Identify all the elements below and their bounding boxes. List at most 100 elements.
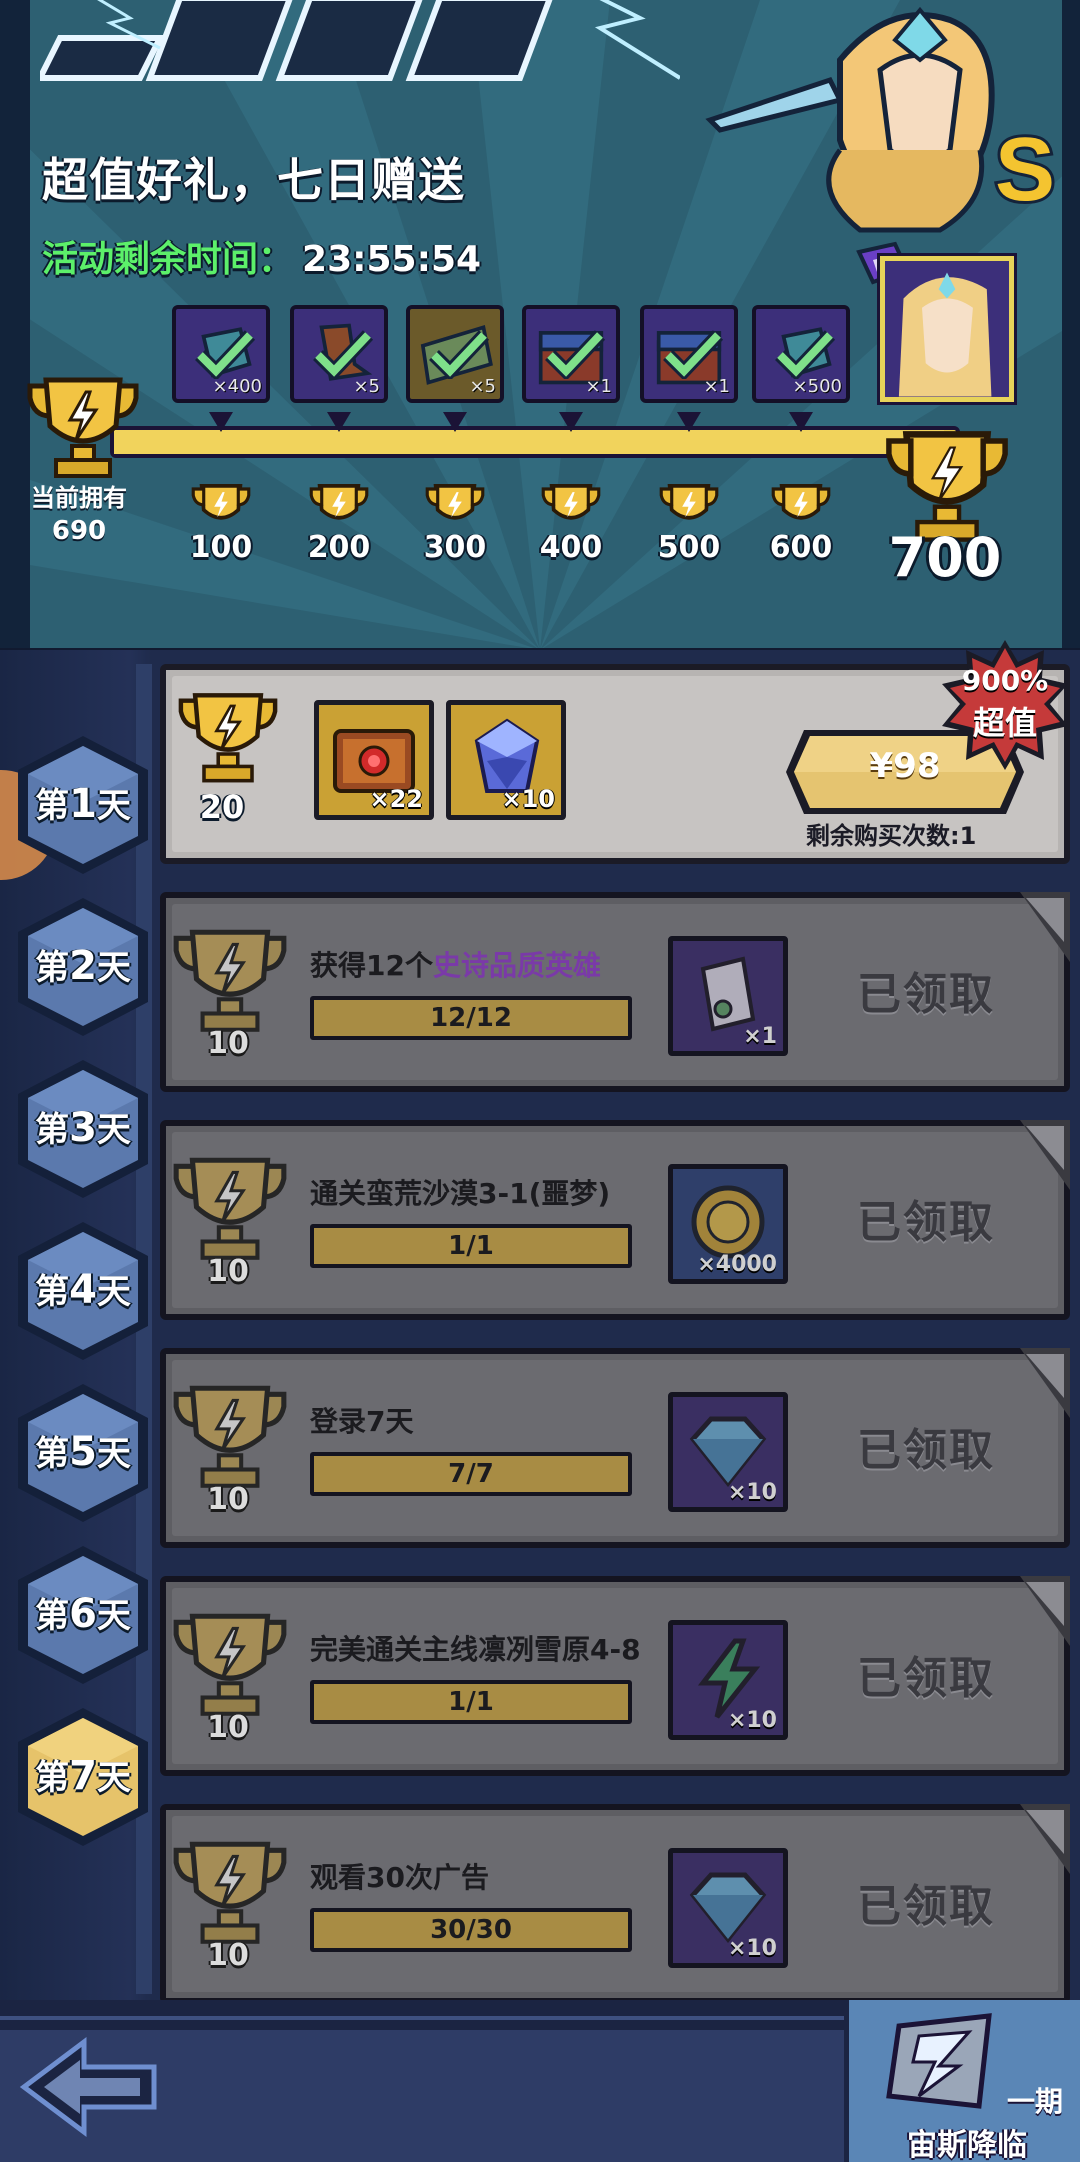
tab-day-7[interactable]: 第7天 [8, 1702, 158, 1852]
milestone-pointer [443, 412, 467, 432]
milestone-progress-bar [110, 426, 960, 458]
task-title: 获得12个史诗品质英雄 [310, 949, 601, 982]
value-badge-percent: 900% [961, 664, 1049, 697]
task-reward[interactable]: ×10 [668, 1848, 788, 1968]
claimed-status: 已领取 [857, 969, 995, 1020]
tab-day-6[interactable]: 第6天 [8, 1540, 158, 1690]
task-progress-text: 7/7 [448, 1459, 494, 1489]
task-card: 10 获得12个史诗品质英雄 12/12 ×1 已领取 [160, 892, 1070, 1092]
task-progress-bar: 1/1 [310, 1680, 632, 1724]
trophy-points: 10 [207, 1938, 249, 1973]
zeus-event-button[interactable]: 一期 宙斯降临 [844, 2000, 1080, 2162]
task-reward-qty: ×4000 [697, 1252, 777, 1277]
zeus-event-icon [886, 2013, 992, 2109]
task-reward-qty: ×10 [727, 1936, 777, 1961]
trophy-icon [173, 1385, 287, 1488]
task-card: 10 观看30次广告 30/30 ×10 已领取 [160, 1804, 1070, 2004]
check-icon [313, 330, 374, 379]
event-label: 宙斯降临 [907, 2128, 1027, 2162]
pack-item-qty: ×22 [369, 785, 423, 813]
pack-item[interactable]: ×10 [446, 700, 566, 820]
task-reward-qty: ×10 [727, 1480, 777, 1505]
milestone-pointer [677, 412, 701, 432]
milestone-pointer [559, 412, 583, 432]
trophy-points: 20 [199, 788, 245, 826]
hero-portrait-reward[interactable] [880, 256, 1014, 402]
zeus-hero-art: S [705, 6, 1058, 233]
task-title: 登录7天 [310, 1405, 414, 1438]
task-progress-bar: 30/30 [310, 1908, 632, 1952]
trophy-icon [178, 693, 278, 783]
milestone-pointer [209, 412, 233, 432]
tab-day-1[interactable]: 第1天 [8, 730, 158, 880]
event-subtitle: 超值好礼，七日赠送 [42, 153, 465, 207]
tab-day-2[interactable]: 第2天 [8, 892, 158, 1042]
trophy-points: 10 [207, 1026, 249, 1061]
task-reward[interactable]: ×1 [668, 936, 788, 1056]
task-progress-bar: 1/1 [310, 1224, 632, 1268]
milestone-reward[interactable]: ×400 [172, 305, 270, 403]
card-corner-fold [1020, 1348, 1070, 1418]
day-tab-label: 第1天 [35, 781, 131, 827]
task-reward[interactable]: ×10 [668, 1392, 788, 1512]
timer-label: 活动剩余时间： [42, 239, 295, 280]
seven-day-event-screen: 超值好礼，七日赠送 活动剩余时间： 23:55:54 S 当前拥有 690 ×4… [0, 0, 1080, 2162]
hero-portrait-icon [885, 261, 1009, 397]
trophy-icon [173, 929, 287, 1032]
task-reward[interactable]: ×10 [668, 1620, 788, 1740]
tab-day-5[interactable]: 第5天 [8, 1378, 158, 1528]
task-reward[interactable]: ×4000 [668, 1164, 788, 1284]
task-progress-text: 1/1 [448, 1687, 494, 1717]
task-title: 完美通关主线凛冽雪原4-8 [310, 1633, 641, 1666]
milestone-points: 500 [657, 530, 721, 565]
milestone-reward[interactable]: ×1 [522, 305, 620, 403]
remaining-purchases: 剩余购买次数:1 [806, 822, 977, 850]
milestone-reward-qty: ×500 [792, 376, 842, 397]
value-badge: 900% 超值 [940, 640, 1070, 770]
milestone-points: 300 [423, 530, 487, 565]
task-card: 10 通关蛮荒沙漠3-1(噩梦) 1/1 ×4000 已领取 [160, 1120, 1070, 1320]
claimed-status: 已领取 [857, 1653, 995, 1704]
milestone-pointer [789, 412, 813, 432]
trophy-points: 10 [207, 1254, 249, 1289]
task-card: 10 完美通关主线凛冽雪原4-8 1/1 ×10 已领取 [160, 1576, 1070, 1776]
check-icon [663, 330, 724, 379]
milestone-reward[interactable]: ×5 [406, 305, 504, 403]
timer-value: 23:55:54 [302, 239, 482, 280]
claimed-status: 已领取 [857, 1881, 995, 1932]
task-card: 10 登录7天 7/7 ×10 已领取 [160, 1348, 1070, 1548]
back-arrow-icon[interactable] [14, 2032, 164, 2142]
task-progress-bar: 7/7 [310, 1452, 632, 1496]
milestone-reward[interactable]: ×5 [290, 305, 388, 403]
event-banner: 超值好礼，七日赠送 活动剩余时间： 23:55:54 S 当前拥有 690 ×4… [0, 0, 1080, 650]
milestone-reward-qty: ×400 [212, 376, 262, 397]
card-corner-fold [1020, 892, 1070, 962]
milestone-reward-qty: ×5 [353, 376, 380, 397]
day-tab-label: 第7天 [35, 1753, 131, 1799]
day-tab-label: 第4天 [35, 1267, 131, 1313]
milestone-points: 200 [307, 530, 371, 565]
task-title: 通关蛮荒沙漠3-1(噩梦) [310, 1177, 611, 1210]
milestone-reward-qty: ×1 [585, 376, 612, 397]
card-corner-fold [1020, 1120, 1070, 1190]
tab-day-4[interactable]: 第4天 [8, 1216, 158, 1366]
milestone-reward[interactable]: ×1 [640, 305, 738, 403]
pack-item[interactable]: ×22 [314, 700, 434, 820]
check-icon [429, 330, 490, 379]
owned-points-label: 当前拥有 [31, 484, 127, 512]
event-timer: 活动剩余时间： 23:55:54 [42, 230, 481, 282]
card-corner-fold [1020, 1804, 1070, 1874]
trophy-icon [173, 1841, 287, 1944]
task-reward-qty: ×1 [743, 1024, 777, 1049]
value-badge-text: 超值 [972, 704, 1037, 742]
trophy-icon [173, 1157, 287, 1260]
milestone-reward[interactable]: ×500 [752, 305, 850, 403]
claimed-status: 已领取 [857, 1425, 995, 1476]
task-reward-qty: ×10 [727, 1708, 777, 1733]
trophy-points: 10 [207, 1482, 249, 1517]
day-tab-label: 第2天 [35, 943, 131, 989]
day-tab-label: 第3天 [35, 1105, 131, 1151]
hero-grade-badge: S [995, 120, 1055, 220]
trophy-icon [173, 1613, 287, 1716]
tab-day-3[interactable]: 第3天 [8, 1054, 158, 1204]
